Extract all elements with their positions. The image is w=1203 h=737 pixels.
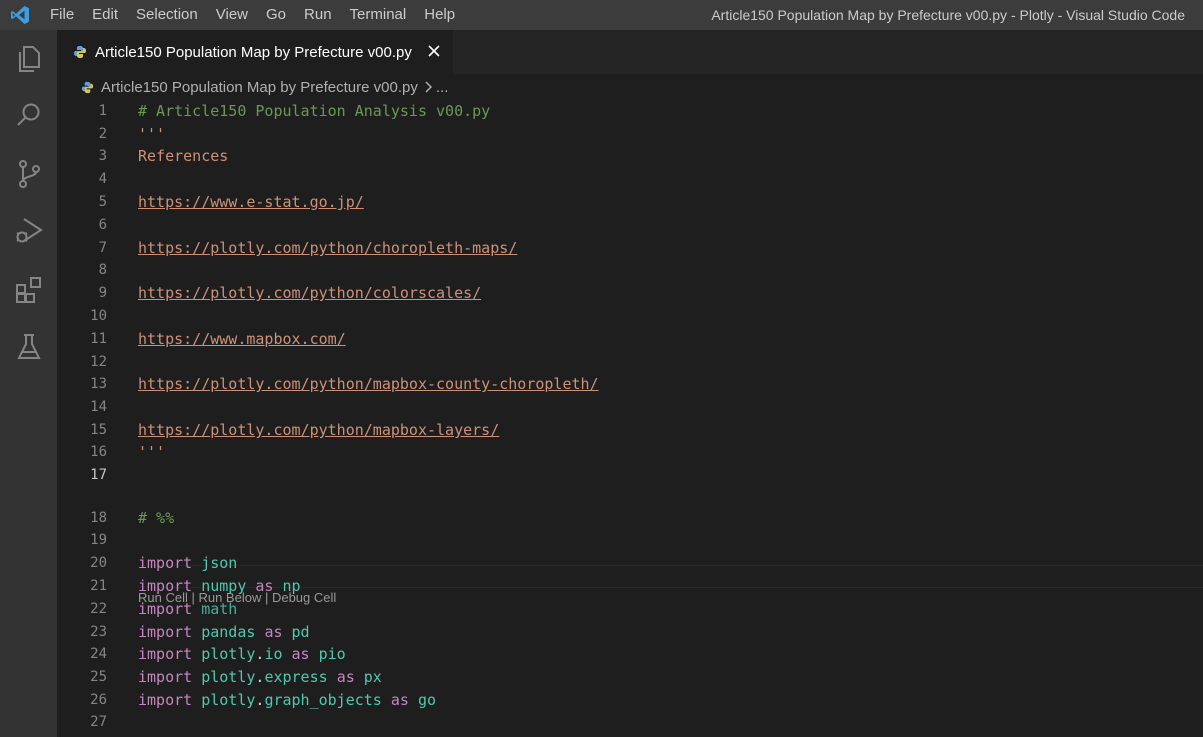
line-number: 1	[98, 103, 107, 119]
code-line: import numpy as np	[138, 577, 301, 595]
code-line: import plotly.io as pio	[138, 645, 346, 663]
line-number: 23	[90, 624, 107, 640]
window-title: Article150 Population Map by Prefecture …	[711, 7, 1185, 23]
code-line: import plotly.express as px	[138, 668, 382, 686]
code-line: import math	[138, 600, 238, 618]
tab-label: Article150 Population Map by Prefecture …	[95, 43, 412, 61]
menu-help[interactable]: Help	[415, 0, 464, 30]
code-line: References	[138, 147, 229, 165]
line-number: 10	[90, 308, 107, 324]
close-icon[interactable]	[425, 42, 443, 60]
menu-selection[interactable]: Selection	[127, 0, 207, 30]
line-number: 12	[90, 354, 107, 370]
line-number: 5	[98, 194, 107, 210]
code-link[interactable]: https://www.mapbox.com/	[138, 328, 346, 350]
breadcrumb: Article150 Population Map by Prefecture …	[57, 74, 1203, 100]
line-number: 2	[98, 126, 107, 142]
line-number: 11	[90, 331, 107, 347]
line-number: 17	[90, 467, 107, 483]
code-link[interactable]: https://plotly.com/python/mapbox-layers/	[138, 419, 499, 441]
explorer-icon[interactable]	[0, 34, 57, 84]
line-number: 25	[90, 669, 107, 685]
menu-edit[interactable]: Edit	[83, 0, 127, 30]
code-line: # %%	[138, 509, 175, 527]
line-number: 8	[98, 262, 107, 278]
line-number: 26	[90, 692, 107, 708]
code-line: import pandas as pd	[138, 623, 310, 641]
line-number: 14	[90, 399, 107, 415]
breadcrumb-file[interactable]: Article150 Population Map by Prefecture …	[101, 79, 418, 96]
python-file-icon	[81, 81, 94, 94]
line-number: 4	[98, 171, 107, 187]
code-link[interactable]: https://www.e-stat.go.jp/	[138, 191, 364, 213]
line-number: 6	[98, 217, 107, 233]
code-line: import json	[138, 554, 238, 572]
title-bar: File Edit Selection View Go Run Terminal…	[0, 0, 1203, 30]
search-icon[interactable]	[0, 90, 57, 140]
line-number: 16	[90, 444, 107, 460]
chevron-right-icon	[424, 81, 432, 93]
editor-tab[interactable]: Article150 Population Map by Prefecture …	[57, 30, 453, 74]
line-number: 19	[90, 532, 107, 548]
source-control-icon[interactable]	[0, 149, 57, 199]
code-link[interactable]: https://plotly.com/python/choropleth-map…	[138, 237, 517, 259]
menu-file[interactable]: File	[40, 0, 83, 30]
code-link[interactable]: https://plotly.com/python/colorscales/	[138, 282, 481, 304]
code-line: # Article150 Population Analysis v00.py	[138, 102, 491, 120]
code-editor[interactable]: 1 2 3 4 5 6 7 8 9 10 11 12 13 14 15 16 1…	[57, 100, 1203, 737]
line-number: 9	[98, 285, 107, 301]
line-number: 13	[90, 376, 107, 392]
line-number: 20	[90, 555, 107, 571]
code-line: import plotly.graph_objects as go	[138, 691, 437, 709]
line-number: 3	[98, 148, 107, 164]
testing-icon[interactable]	[0, 322, 57, 372]
line-number: 15	[90, 422, 107, 438]
menu-terminal[interactable]: Terminal	[341, 0, 416, 30]
code-line: '''	[138, 125, 166, 143]
code-line: '''	[138, 443, 166, 461]
line-number: 22	[90, 601, 107, 617]
line-number: 24	[90, 646, 107, 662]
menu-run[interactable]: Run	[295, 0, 341, 30]
extensions-icon[interactable]	[0, 265, 57, 315]
activity-bar	[0, 30, 57, 737]
line-number: 7	[98, 240, 107, 256]
line-number: 21	[90, 578, 107, 594]
menu-bar: File Edit Selection View Go Run Terminal…	[40, 0, 464, 30]
menu-go[interactable]: Go	[257, 0, 295, 30]
code-link[interactable]: https://plotly.com/python/mapbox-county-…	[138, 373, 599, 395]
line-number: 18	[90, 510, 107, 526]
python-file-icon	[73, 45, 87, 59]
vscode-logo-icon	[0, 0, 40, 30]
line-number: 27	[90, 714, 107, 730]
tab-bar: Article150 Population Map by Prefecture …	[57, 30, 1203, 74]
breadcrumb-more[interactable]: ...	[436, 79, 449, 96]
menu-view[interactable]: View	[207, 0, 257, 30]
run-debug-icon[interactable]	[0, 206, 57, 256]
